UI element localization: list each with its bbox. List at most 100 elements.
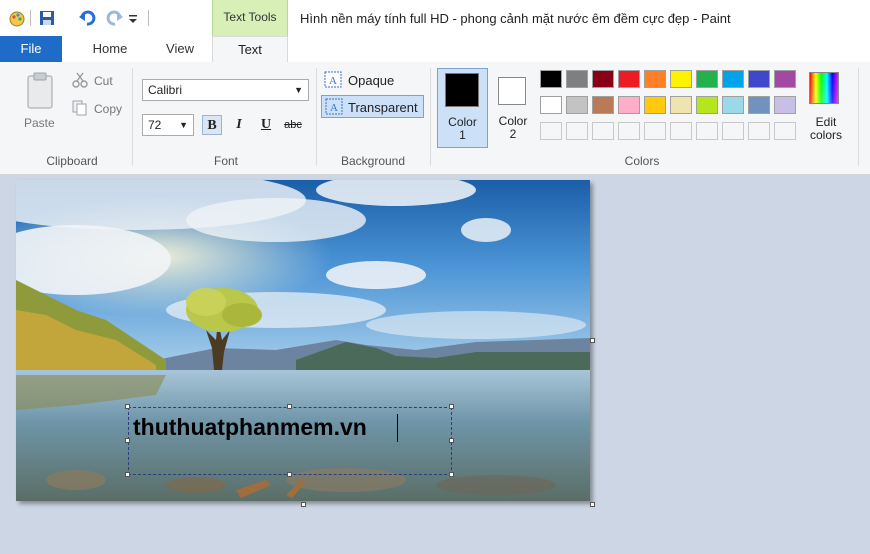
clipboard-group-label: Clipboard (46, 154, 98, 168)
palette-color-swatch[interactable] (592, 70, 614, 88)
color1-label: Color 1 (448, 115, 477, 142)
paste-button[interactable]: Paste (24, 116, 55, 130)
paste-icon[interactable] (26, 72, 56, 110)
group-separator (316, 68, 317, 166)
font-group-label: Font (213, 154, 238, 168)
palette-color-swatch[interactable] (670, 96, 692, 114)
palette-color-swatch[interactable] (774, 70, 796, 88)
opaque-label: Opaque (348, 73, 395, 88)
palette-color-swatch[interactable] (670, 70, 692, 88)
color-palette (540, 70, 800, 148)
custom-color-slot[interactable] (566, 122, 588, 140)
edit-colors-label: Edit colors (809, 115, 842, 142)
resize-handle[interactable] (449, 438, 454, 443)
text-tools-contextual-tab: Text Tools (212, 0, 288, 36)
resize-handle[interactable] (125, 438, 130, 443)
underline-button[interactable]: U (256, 115, 276, 135)
bold-button[interactable]: B (202, 115, 222, 135)
copy-icon[interactable] (72, 100, 88, 116)
copy-button[interactable]: Copy (94, 102, 122, 116)
resize-handle[interactable] (287, 472, 292, 477)
tab-text[interactable]: Text (212, 36, 288, 63)
canvas-resize-handle[interactable] (590, 338, 595, 343)
divider (30, 10, 31, 26)
color2-label: Color 2 (498, 114, 528, 141)
custom-color-slot[interactable] (748, 122, 770, 140)
svg-text:A: A (330, 102, 338, 114)
background-group-label: Background (340, 154, 406, 168)
chevron-down-icon: ▼ (179, 120, 188, 130)
custom-color-slot[interactable] (696, 122, 718, 140)
palette-color-swatch[interactable] (644, 96, 666, 114)
resize-handle[interactable] (125, 404, 130, 409)
tab-home[interactable]: Home (80, 36, 140, 62)
font-size-value: 72 (148, 118, 162, 132)
cut-icon[interactable] (72, 72, 88, 88)
custom-color-slot[interactable] (592, 122, 614, 140)
strikethrough-button[interactable]: abc (283, 115, 303, 135)
group-separator (430, 68, 431, 166)
cut-button[interactable]: Cut (94, 74, 113, 88)
redo-icon[interactable] (106, 9, 124, 27)
svg-text:A: A (329, 75, 337, 87)
color-spectrum-icon (809, 72, 839, 104)
font-size-select[interactable]: 72 ▼ (142, 114, 194, 136)
save-icon[interactable] (38, 9, 56, 27)
palette-color-swatch[interactable] (566, 70, 588, 88)
palette-color-swatch[interactable] (618, 96, 640, 114)
palette-color-swatch[interactable] (722, 70, 744, 88)
custom-color-slot[interactable] (644, 122, 666, 140)
palette-color-swatch[interactable] (748, 70, 770, 88)
italic-button[interactable]: I (229, 115, 249, 135)
palette-color-swatch[interactable] (748, 96, 770, 114)
palette-color-swatch[interactable] (774, 96, 796, 114)
custom-color-slot[interactable] (618, 122, 640, 140)
text-tools-label: Text Tools (223, 10, 277, 24)
tab-file[interactable]: File (0, 36, 62, 62)
palette-color-swatch[interactable] (644, 70, 666, 88)
group-separator (132, 68, 133, 166)
color1-swatch (445, 73, 479, 107)
palette-color-swatch[interactable] (696, 96, 718, 114)
color1-button[interactable]: Color 1 (437, 68, 488, 148)
palette-color-swatch[interactable] (592, 96, 614, 114)
undo-icon[interactable] (78, 9, 96, 27)
palette-color-swatch[interactable] (618, 70, 640, 88)
custom-color-slot[interactable] (722, 122, 744, 140)
transparent-icon: A (325, 98, 343, 115)
custom-color-slot[interactable] (774, 122, 796, 140)
color2-swatch (498, 77, 526, 105)
window-title: Hình nền máy tính full HD - phong cảnh m… (300, 11, 731, 26)
palette-color-swatch[interactable] (540, 70, 562, 88)
font-family-value: Calibri (148, 83, 183, 97)
chevron-down-icon: ▼ (294, 85, 303, 95)
divider (148, 10, 149, 26)
canvas-resize-handle[interactable] (301, 502, 306, 507)
opaque-button[interactable]: A Opaque (322, 70, 426, 90)
paint-app-icon[interactable] (8, 9, 26, 27)
opaque-icon: A (324, 71, 342, 88)
tab-view[interactable]: View (150, 36, 210, 62)
palette-color-swatch[interactable] (722, 96, 744, 114)
customize-quick-access-icon[interactable] (128, 9, 140, 27)
edit-colors-button[interactable]: Edit colors (804, 68, 848, 148)
color2-button[interactable]: Color 2 (492, 68, 534, 148)
transparent-button[interactable]: A Transparent (321, 95, 424, 118)
colors-group-label: Colors (624, 154, 660, 168)
resize-handle[interactable] (449, 472, 454, 477)
palette-color-swatch[interactable] (696, 70, 718, 88)
custom-color-slot[interactable] (670, 122, 692, 140)
resize-handle[interactable] (449, 404, 454, 409)
palette-color-swatch[interactable] (566, 96, 588, 114)
custom-color-slot[interactable] (540, 122, 562, 140)
transparent-label: Transparent (348, 100, 418, 115)
resize-handle[interactable] (125, 472, 130, 477)
text-cursor (397, 414, 398, 442)
resize-handle[interactable] (287, 404, 292, 409)
palette-color-swatch[interactable] (540, 96, 562, 114)
canvas-resize-handle[interactable] (590, 502, 595, 507)
font-family-select[interactable]: Calibri ▼ (142, 79, 309, 101)
text-box[interactable]: thuthuatphanmem.vn (128, 407, 452, 475)
canvas-text[interactable]: thuthuatphanmem.vn (133, 414, 367, 441)
group-separator (858, 68, 859, 166)
